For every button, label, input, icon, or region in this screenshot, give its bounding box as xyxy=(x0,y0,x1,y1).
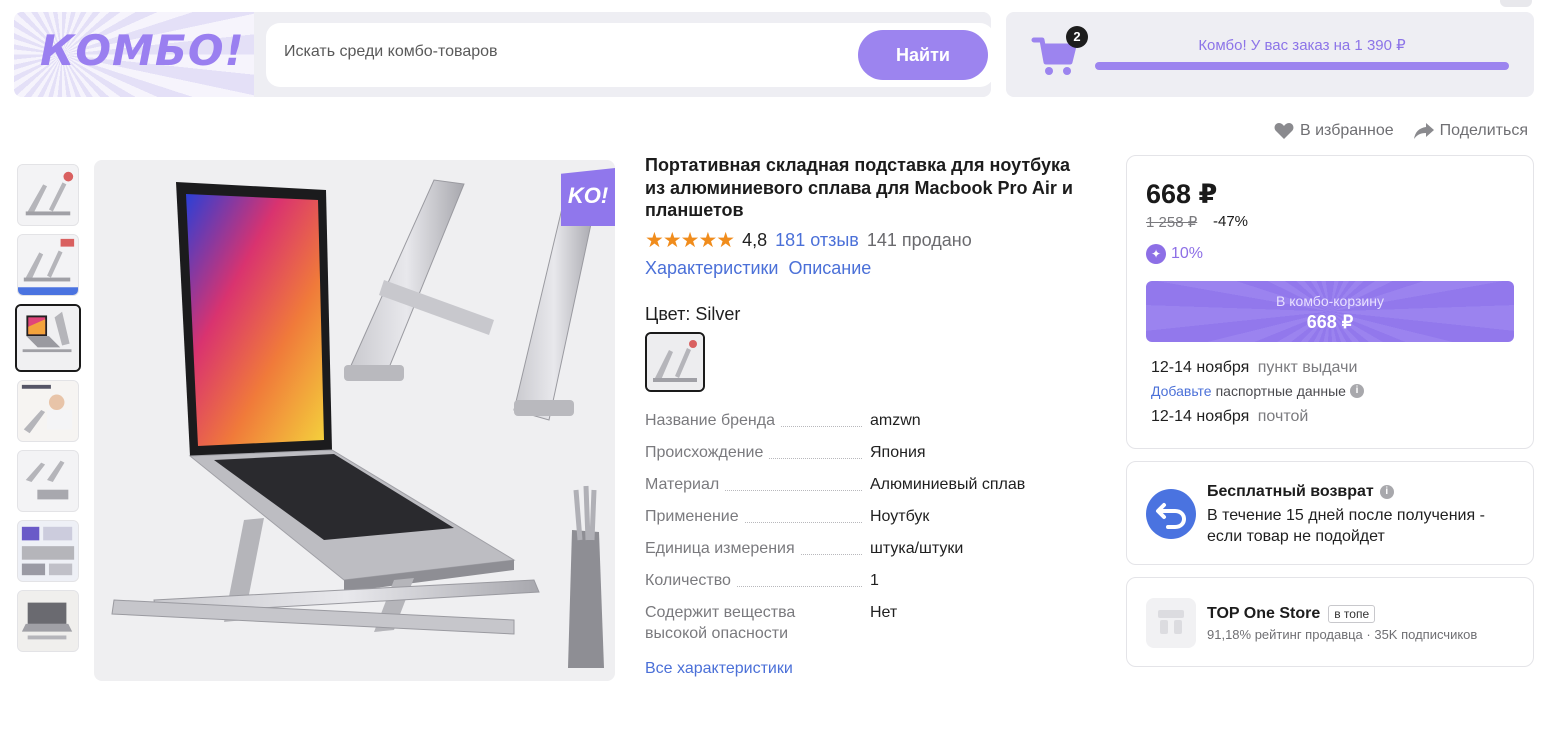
delivery-method: почтой xyxy=(1257,408,1309,425)
thumbnail-7[interactable] xyxy=(17,590,79,652)
cashback-icon: ✦ xyxy=(1146,244,1166,264)
spec-value: Япония xyxy=(870,444,926,461)
heart-icon xyxy=(1274,123,1294,139)
search-input[interactable] xyxy=(284,43,844,61)
thumbnail-2[interactable] xyxy=(17,234,79,296)
spec-key: Материал xyxy=(645,474,726,495)
thumbnail-5[interactable] xyxy=(17,450,79,512)
main-product-image[interactable]: KO! xyxy=(94,160,615,681)
spec-value: штука/штуки xyxy=(870,540,964,557)
rating-value: 4,8 xyxy=(742,230,768,250)
add-to-combo-cart-button[interactable]: В комбо-корзину 668 ₽ xyxy=(1146,281,1514,342)
spec-row: Количество 1 xyxy=(645,570,1095,591)
spec-row: Применение Ноутбук xyxy=(645,506,1095,527)
spec-row: Единица измерения штука/штуки xyxy=(645,538,1095,559)
thumbnail-3-active[interactable] xyxy=(15,304,81,372)
store-logo-icon xyxy=(1146,598,1196,648)
store-card[interactable]: TOP One Store в топе 91,18% рейтинг прод… xyxy=(1126,577,1534,667)
cart-button-price: 668 ₽ xyxy=(1306,311,1354,332)
discount-percent: -47% xyxy=(1213,213,1249,230)
sold-count: 141 продано xyxy=(866,230,972,250)
combo-logo[interactable]: КОМБО! xyxy=(40,26,245,75)
delivery-date: 12-14 ноября xyxy=(1151,408,1250,425)
thumbnail-4[interactable] xyxy=(17,380,79,442)
spec-table: Название бренда amzwn Происхождение Япон… xyxy=(645,410,1095,655)
thumbnail-6[interactable] xyxy=(17,520,79,582)
info-icon[interactable]: i xyxy=(1349,384,1364,398)
all-specs-link[interactable]: Все характеристики xyxy=(645,660,793,678)
top-store-badge: в топе xyxy=(1328,605,1376,623)
share-label: Поделиться xyxy=(1439,122,1528,139)
delivery-post: 12-14 ноября почтой xyxy=(1151,408,1308,426)
favorite-label: В избранное xyxy=(1300,122,1394,139)
header-search-panel: КОМБО! Найти xyxy=(14,12,991,97)
combo-progress-bar xyxy=(1095,62,1509,70)
current-price: 668 ₽ xyxy=(1146,179,1218,209)
delivery-date: 12-14 ноября xyxy=(1151,359,1250,376)
store-name[interactable]: TOP One Store xyxy=(1207,605,1320,623)
spec-key: Содержит вещества высокой опасности xyxy=(645,602,815,644)
color-swatch-silver[interactable] xyxy=(645,332,705,392)
store-name-row: TOP One Store в топе xyxy=(1207,605,1376,623)
spec-value: Нет xyxy=(870,604,898,621)
thumbnail-list xyxy=(15,164,81,660)
passport-notice: Добавьте паспортные данные i xyxy=(1151,383,1364,399)
spec-row: Название бренда amzwn xyxy=(645,410,1095,431)
store-meta: 91,18% рейтинг продавца · 35K подписчико… xyxy=(1207,627,1478,642)
combo-badge: KO! xyxy=(561,168,615,226)
passport-text: паспортные данные xyxy=(1215,383,1346,399)
cart-button-label: В комбо-корзину xyxy=(1276,292,1384,309)
corner-decoration xyxy=(1500,0,1532,7)
combo-cart-panel[interactable]: 2 Комбо! У вас заказ на 1 390 ₽ xyxy=(1006,12,1534,97)
return-title-row: Бесплатный возврат i xyxy=(1207,483,1394,501)
product-section-links: Характеристики Описание xyxy=(645,258,871,279)
return-description: В течение 15 дней после получения - если… xyxy=(1207,507,1485,545)
specs-link[interactable]: Характеристики xyxy=(645,258,778,279)
cashback: ✦ 10% xyxy=(1146,244,1203,264)
spec-value: 1 xyxy=(870,572,879,589)
spec-key: Количество xyxy=(645,570,737,591)
add-passport-link[interactable]: Добавьте xyxy=(1151,383,1212,399)
delivery-method: пункт выдачи xyxy=(1257,359,1358,376)
spec-key: Название бренда xyxy=(645,410,781,431)
product-actions: В избранное Поделиться xyxy=(1274,122,1528,140)
spec-row: Происхождение Япония xyxy=(645,442,1095,463)
spec-value: amzwn xyxy=(870,412,921,429)
spec-value: Ноутбук xyxy=(870,508,930,525)
spec-row: Материал Алюминиевый сплав xyxy=(645,474,1095,495)
share-arrow-icon xyxy=(1413,123,1434,139)
spec-key: Происхождение xyxy=(645,442,770,463)
price-card: 668 ₽ 1 258 ₽ -47% ✦ 10% В комбо-корзину… xyxy=(1126,155,1534,449)
delivery-pickup: 12-14 ноября пункт выдачи xyxy=(1151,359,1357,377)
laptop-stand-illustration xyxy=(111,179,604,668)
spec-value: Алюминиевый сплав xyxy=(870,476,1026,493)
info-icon[interactable]: i xyxy=(1379,485,1394,499)
search-button[interactable]: Найти xyxy=(858,30,988,80)
spec-key: Применение xyxy=(645,506,745,527)
favorite-button[interactable]: В избранное xyxy=(1274,122,1394,140)
thumbnail-1[interactable] xyxy=(17,164,79,226)
old-price: 1 258 ₽ xyxy=(1146,214,1198,231)
free-return-card: Бесплатный возврат i В течение 15 дней п… xyxy=(1126,461,1534,565)
star-rating-icon: ★★★★★ xyxy=(645,229,735,252)
search-box: Найти xyxy=(266,23,991,87)
share-button[interactable]: Поделиться xyxy=(1413,122,1528,140)
product-title: Портативная складная подставка для ноутб… xyxy=(645,155,1073,220)
color-label: Цвет: Silver xyxy=(645,304,741,324)
reviews-link[interactable]: 181 отзыв xyxy=(775,230,859,251)
description-link[interactable]: Описание xyxy=(788,258,871,279)
spec-key: Единица измерения xyxy=(645,538,801,559)
return-title: Бесплатный возврат xyxy=(1207,483,1374,500)
return-arrow-icon xyxy=(1146,489,1196,539)
cart-count-badge: 2 xyxy=(1066,26,1088,48)
cashback-value: 10% xyxy=(1171,245,1204,262)
combo-order-message: Комбо! У вас заказ на 1 390 ₽ xyxy=(1198,37,1406,54)
spec-row: Содержит вещества высокой опасности Нет xyxy=(645,602,1095,644)
rating-row: ★★★★★ 4,8 181 отзыв 141 продано xyxy=(645,228,972,253)
